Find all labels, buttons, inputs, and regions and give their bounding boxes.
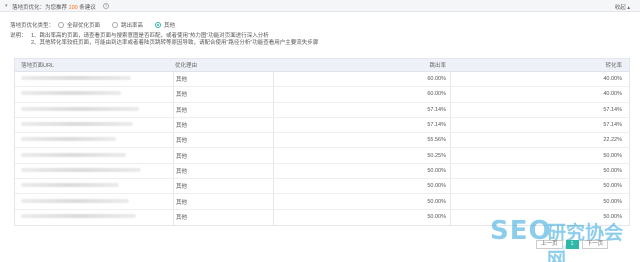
reason-cell: 其他 — [173, 72, 273, 87]
table-row: 其他 50.00% 50.00% — [15, 194, 629, 210]
note-line-1: 1、跳出率高的页面，请查看页面与搜索意图是否匹配，或者使用“热力图”功能对页面进… — [31, 33, 269, 39]
title-prefix: 落地页优化：为您推荐 — [12, 5, 68, 11]
conversion-cell: 50.00% — [450, 163, 626, 179]
bounce-cell: 60.00% — [273, 72, 450, 87]
bounce-cell: 50.25% — [273, 148, 450, 163]
bounce-cell: 60.00% — [273, 87, 450, 102]
radio-checked-icon — [155, 21, 162, 28]
url-cell[interactable] — [15, 152, 173, 159]
reason-cell: 其他 — [173, 209, 273, 225]
redacted-url — [21, 167, 141, 172]
bounce-cell: 50.00% — [273, 179, 450, 194]
redacted-url — [21, 214, 136, 219]
redacted-url — [21, 137, 116, 142]
conversion-cell: 40.00% — [450, 72, 626, 87]
notes-label: 说明： — [10, 33, 27, 39]
redacted-url — [21, 91, 121, 96]
bounce-cell: 57.14% — [273, 102, 450, 117]
radio-other[interactable]: 其他 — [155, 21, 175, 29]
bounce-cell: 57.14% — [273, 117, 450, 133]
page-1-button[interactable]: 1 — [565, 240, 579, 249]
url-cell[interactable] — [15, 214, 173, 220]
conversion-cell: 22.22% — [450, 133, 626, 148]
redacted-url — [21, 76, 131, 81]
pagination: 上一页 1 下一页 — [533, 240, 609, 249]
radio-all-pages[interactable]: 全部优化页面 — [58, 21, 100, 29]
next-page-button[interactable]: 下一页 — [581, 240, 609, 249]
reason-cell: 其他 — [173, 163, 273, 179]
radio-circle-icon — [112, 21, 119, 28]
note-line-2: 2、其他转化率较低页面，可能由到达率或者着陆页跳转等原因导致，请配合使用“路径分… — [31, 40, 319, 46]
table-row: 其他 60.00% 40.00% — [15, 87, 629, 103]
conversion-cell: 50.00% — [450, 194, 626, 209]
table-row: 其他 50.00% 50.00% — [15, 179, 629, 195]
radio-circle-icon — [58, 21, 65, 28]
radio-high-bounce[interactable]: 跳出率高 — [112, 21, 143, 29]
radio-label: 全部优化页面 — [67, 22, 101, 29]
reason-cell: 其他 — [173, 148, 273, 163]
redacted-url — [21, 122, 133, 127]
table-row: 其他 60.00% 40.00% — [15, 72, 629, 88]
conversion-cell: 57.14% — [450, 102, 626, 117]
reason-cell: 其他 — [173, 117, 273, 133]
bounce-cell: 55.56% — [273, 133, 450, 148]
title-suffix: 条建议 — [79, 5, 96, 11]
prev-page-button[interactable]: 上一页 — [536, 240, 563, 249]
reason-cell: 其他 — [173, 133, 273, 148]
redacted-url — [21, 198, 129, 203]
url-cell[interactable] — [15, 76, 173, 82]
table-row: 其他 55.56% 22.22% — [15, 133, 629, 149]
reason-cell: 其他 — [173, 87, 273, 102]
bounce-cell: 50.00% — [273, 163, 450, 179]
radio-label: 跳出率高 — [121, 22, 144, 29]
table-header: 落地页面URL 优化理由 跳出率 转化率 — [15, 59, 629, 72]
optimization-type-filter: 落地页优化类型： 全部优化页面 跳出率高 其他 — [10, 20, 187, 29]
bounce-cell: 50.00% — [273, 194, 450, 209]
radio-label: 其他 — [164, 22, 176, 29]
reason-cell: 其他 — [173, 102, 273, 117]
bounce-cell: 50.00% — [273, 209, 450, 225]
url-cell[interactable] — [15, 122, 173, 128]
help-icon[interactable]: ? — [103, 2, 109, 9]
redacted-url — [21, 106, 139, 111]
conversion-cell: 40.00% — [450, 87, 626, 102]
recommendation-header: ▾ 落地页优化：为您推荐 100 条建议 ? 收起 ▴ — [0, 0, 640, 12]
redacted-url — [21, 183, 119, 188]
conversion-cell: 50.00% — [450, 148, 626, 163]
url-cell[interactable] — [15, 137, 173, 143]
recommendation-count: 100 — [68, 5, 78, 11]
conversion-cell: 57.14% — [450, 117, 626, 133]
url-cell[interactable] — [15, 91, 173, 97]
table-row: 其他 50.25% 50.00% — [15, 148, 629, 164]
col-header-reason[interactable]: 优化理由 — [173, 61, 273, 69]
filter-label: 落地页优化类型： — [10, 22, 55, 29]
collapse-button[interactable]: 收起 ▴ — [615, 3, 630, 11]
url-cell[interactable] — [15, 198, 173, 205]
col-header-url[interactable]: 落地页面URL — [15, 61, 173, 69]
table-row: 其他 50.00% 50.00% — [15, 163, 629, 180]
recommendation-title: 落地页优化：为您推荐 100 条建议 — [12, 3, 96, 11]
col-header-bounce[interactable]: 跳出率 — [273, 61, 450, 69]
explanation-notes: 说明： 1、跳出率高的页面，请查看页面与搜索意图是否匹配，或者使用“热力图”功能… — [10, 33, 318, 47]
conversion-cell: 50.00% — [450, 179, 626, 194]
table-row: 其他 57.14% 57.14% — [15, 117, 629, 134]
caret-down-icon[interactable]: ▾ — [5, 3, 8, 9]
col-header-conversion[interactable]: 转化率 — [450, 61, 626, 69]
reason-cell: 其他 — [173, 194, 273, 209]
url-cell[interactable] — [15, 167, 173, 174]
reason-cell: 其他 — [173, 179, 273, 194]
url-cell[interactable] — [15, 106, 173, 113]
table-row: 其他 57.14% 57.14% — [15, 102, 629, 118]
redacted-url — [21, 152, 126, 157]
url-cell[interactable] — [15, 183, 173, 189]
site-watermark: SEO 研究协会网 seo.jiu.net — [490, 212, 635, 262]
landing-page-table: 落地页面URL 优化理由 跳出率 转化率 其他 60.00% 40.00% 其他… — [14, 58, 630, 226]
